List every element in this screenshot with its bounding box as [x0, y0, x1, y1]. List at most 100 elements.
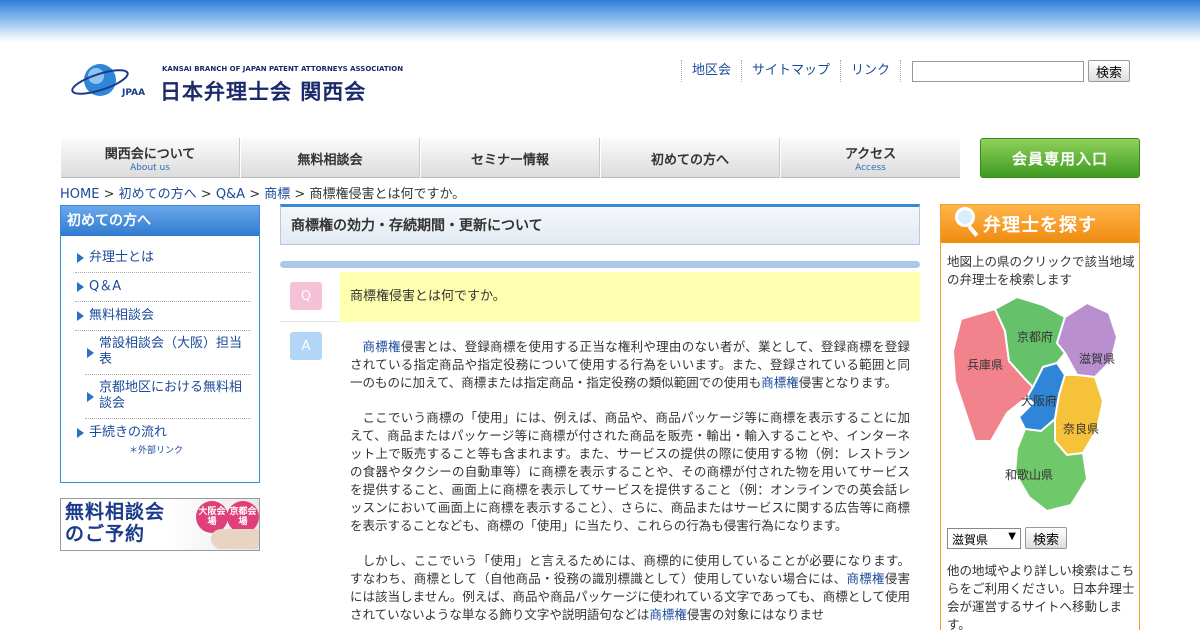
trademark-right-link[interactable]: 商標権: [363, 339, 401, 354]
answer-paragraph: しかし、ここでいう「使用」と言えるためには、商標的に使用していることが必要になり…: [350, 552, 910, 624]
breadcrumb-separator: >: [99, 187, 119, 202]
finder-search-button[interactable]: 検索: [1025, 527, 1067, 549]
pref-label-hyogo: 兵庫県: [967, 358, 1003, 372]
breadcrumb: HOME > 初めての方へ > Q&A > 商標 > 商標権侵害とは何ですか。: [60, 183, 465, 202]
side-nav-title: 初めての方へ: [61, 206, 259, 236]
triangle-bullet-icon: [77, 282, 84, 292]
triangle-bullet-icon: [77, 253, 84, 263]
utility-links: 地区会 サイトマップ リンク: [681, 60, 902, 82]
attorney-finder: 弁理士を探す 地図上の県のクリックで該当地域の弁理士を検索します 京都府 滋賀県…: [940, 204, 1140, 630]
prefecture-select[interactable]: 滋賀県 ▼: [947, 528, 1021, 549]
side-item-label: 手続きの流れ: [89, 425, 168, 440]
breadcrumb-home[interactable]: HOME: [60, 187, 99, 202]
header-gradient-band: [0, 0, 1200, 42]
trademark-right-link[interactable]: 商標権: [846, 571, 884, 586]
answer-row: A 商標権侵害とは、登録商標を使用する正当な権利や理由のない者が、業として、登録…: [280, 322, 920, 630]
section-title: 商標権の効力・存続期間・更新について: [280, 204, 920, 245]
hand-illustration: [211, 529, 259, 549]
kansai-map: 京都府 滋賀県 兵庫県 大阪府 奈良県 和歌山県: [951, 295, 1119, 513]
answer-text: 侵害の対象にはなりませ: [686, 607, 825, 622]
global-nav: 関西会について About us 無料相談会 セミナー情報 初めての方へ アクセ…: [60, 138, 960, 178]
trademark-right-link[interactable]: 商標権: [761, 375, 799, 390]
side-item-label: 弁理士とは: [89, 250, 155, 265]
dropdown-arrow-icon: ▼: [1008, 531, 1016, 542]
nav-label: 関西会について: [104, 147, 196, 162]
side-item-procedure-flow[interactable]: 手続きの流れ ＊外部リンク: [75, 419, 251, 456]
pref-label-osaka: 大阪府: [1021, 393, 1057, 408]
nav-label: 無料相談会: [297, 152, 363, 168]
link-district[interactable]: 地区会: [681, 60, 741, 82]
divider-bar: [280, 261, 920, 268]
question-badge: Q: [290, 282, 322, 310]
nav-sublabel: Access: [855, 163, 886, 173]
side-item-label: Q＆A: [89, 279, 122, 294]
breadcrumb-separator: >: [290, 187, 310, 202]
banner-line1: 無料相談会: [65, 501, 166, 523]
nav-sublabel: About us: [130, 163, 170, 173]
link-links[interactable]: リンク: [840, 60, 902, 82]
pref-label-shiga: 滋賀県: [1079, 352, 1115, 366]
nav-about[interactable]: 関西会について About us: [60, 138, 240, 178]
side-item-what-is-patent-attorney[interactable]: 弁理士とは: [75, 244, 251, 273]
prefecture-select-value: 滋賀県: [952, 533, 989, 547]
answer-text: しかし、ここでいう「使用」と言えるためには、商標的に使用していることが必要になり…: [350, 553, 910, 586]
side-nav: 初めての方へ 弁理士とは Q＆A 無料相談会 常設相談会（大阪）担当表 京都地区…: [60, 205, 260, 483]
answer-badge: A: [290, 332, 322, 360]
search-button[interactable]: 検索: [1088, 60, 1130, 82]
trademark-right-link[interactable]: 商標権: [649, 607, 687, 622]
map-nara[interactable]: [1054, 374, 1105, 457]
triangle-bullet-icon: [87, 392, 94, 402]
finder-note: 他の地域やより詳しい検索はこちらをご利用ください。日本弁理士会が運営するサイトへ…: [947, 563, 1135, 630]
breadcrumb-qa[interactable]: Q&A: [216, 187, 245, 202]
breadcrumb-current: 商標権侵害とは何ですか。: [309, 187, 466, 202]
side-item-label: 無料相談会: [89, 308, 155, 323]
pref-label-kyoto: 京都府: [1017, 329, 1053, 344]
nav-free-consultation[interactable]: 無料相談会: [240, 138, 420, 178]
finder-title: 弁理士を探す: [983, 215, 1097, 236]
external-link-note: ＊外部リンク: [129, 446, 184, 456]
answer-paragraph: ここでいう商標の「使用」には、例えば、商品や、商品パッケージ等に商標を表示するこ…: [350, 410, 910, 533]
site-logo[interactable]: KANSAI BRANCH OF JAPAN PATENT ATTORNEYS …: [70, 60, 403, 106]
nav-label: セミナー情報: [470, 152, 549, 168]
nav-access[interactable]: アクセス Access: [780, 138, 960, 178]
member-entrance-button[interactable]: 会員専用入口: [980, 138, 1140, 178]
triangle-bullet-icon: [77, 311, 84, 321]
magnifier-icon: [955, 207, 975, 227]
nav-label: 初めての方へ: [650, 152, 729, 168]
logo-subtitle: KANSAI BRANCH OF JAPAN PATENT ATTORNEYS …: [162, 65, 404, 73]
side-item-osaka-schedule[interactable]: 常設相談会（大阪）担当表: [85, 331, 251, 375]
logo-mark: JPAA: [122, 88, 146, 98]
link-sitemap[interactable]: サイトマップ: [741, 60, 840, 82]
finder-description: 地図上の県のクリックで該当地域の弁理士を検索します: [947, 254, 1135, 287]
nav-first-time[interactable]: 初めての方へ: [600, 138, 780, 178]
magnifier-handle: [967, 225, 979, 237]
side-item-label: 京都地区における無料相談会: [99, 380, 243, 411]
nav-label: アクセス: [844, 147, 897, 162]
pref-label-wakayama: 和歌山県: [1005, 467, 1053, 482]
side-item-kyoto-consultation[interactable]: 京都地区における無料相談会: [85, 375, 251, 419]
triangle-bullet-icon: [87, 348, 94, 358]
side-item-free-consultation[interactable]: 無料相談会: [75, 302, 251, 331]
nav-seminar[interactable]: セミナー情報: [420, 138, 600, 178]
side-item-label: 常設相談会（大阪）担当表: [99, 336, 243, 367]
banner-line2: のご予約: [65, 523, 146, 545]
question-text: 商標権侵害とは何ですか。: [340, 272, 920, 322]
globe-logo-icon: [71, 64, 129, 96]
main-content: 商標権の効力・存続期間・更新について Q 商標権侵害とは何ですか。 A 商標権侵…: [280, 204, 920, 630]
answer-body: 商標権侵害とは、登録商標を使用する正当な権利や理由のない者が、業として、登録商標…: [350, 338, 910, 630]
question-row: Q 商標権侵害とは何ですか。: [280, 272, 920, 322]
side-item-qa[interactable]: Q＆A: [75, 273, 251, 302]
breadcrumb-first-time[interactable]: 初めての方へ: [119, 187, 197, 202]
triangle-bullet-icon: [77, 428, 84, 438]
breadcrumb-separator: >: [196, 187, 216, 202]
logo-name: 日本弁理士会 関西会: [160, 80, 367, 104]
banner-text: 無料相談会 のご予約: [65, 501, 165, 545]
answer-paragraph: 商標権侵害とは、登録商標を使用する正当な権利や理由のない者が、業として、登録商標…: [350, 338, 910, 392]
finder-header: 弁理士を探す: [941, 205, 1139, 243]
breadcrumb-trademark[interactable]: 商標: [264, 187, 290, 202]
consultation-reservation-banner[interactable]: 無料相談会 のご予約 大阪会場 京都会場: [60, 498, 260, 551]
search-input[interactable]: [912, 61, 1084, 82]
answer-text: 侵害となります。: [798, 375, 898, 390]
pref-label-nara: 奈良県: [1063, 421, 1099, 436]
breadcrumb-separator: >: [245, 187, 265, 202]
